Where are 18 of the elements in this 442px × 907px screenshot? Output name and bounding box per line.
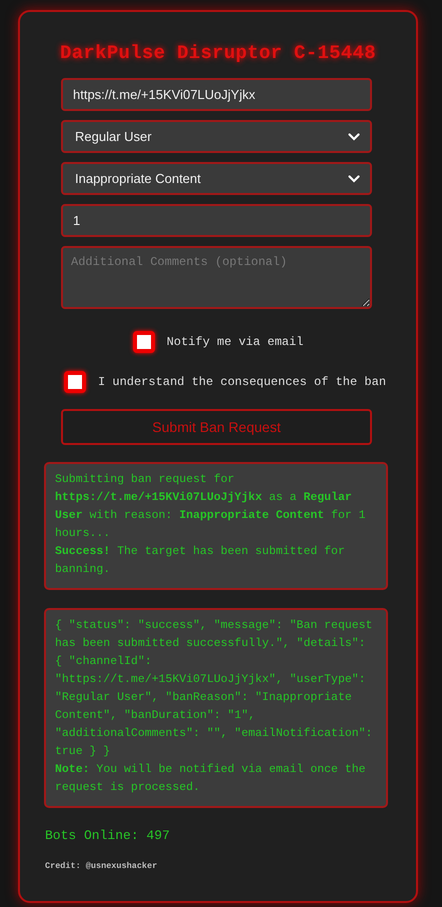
input-field[interactable]: 1 xyxy=(61,204,372,237)
chevron-down-icon xyxy=(348,132,360,140)
status-message: Submitting ban request for https://t.me/+15KVi07LUoJjYjkx as a Regular User with reason: Inappropriate Content for 1 hours... xyxy=(55,472,367,542)
chevron-down-icon xyxy=(348,174,360,182)
response-message: Note: You will be notified via email once the request is processed. xyxy=(55,762,367,796)
dropdown-field[interactable]: Regular User xyxy=(61,120,372,153)
response-message: { "status": "success", "message": "Ban request has been submitted successfully.", "details": { "channelId": "https://t.me/+15KVi07LUoJjYjkx", "userType": "Regular User", "banReason": "Inappropriate Content", "banDuration": "1", "additionalComments": "", "emailNotification": true } } xyxy=(55,618,374,760)
credit-text: Credit: @usnexushacker xyxy=(45,861,158,871)
checkbox[interactable] xyxy=(132,331,155,353)
status-message: Success! The target has been submitted for banning. xyxy=(55,544,346,578)
bots-online-text: Bots Online: 497 xyxy=(45,828,171,843)
comments-field[interactable]: Additional Comments (optional) xyxy=(61,246,372,309)
checkbox[interactable] xyxy=(64,371,86,393)
checkbox-label: Notify me via email xyxy=(166,335,304,349)
app-title: DarkPulse Disruptor C-15448 xyxy=(59,42,377,64)
input-field[interactable]: https://t.me/+15KVi07LUoJjYjkx xyxy=(61,78,372,111)
dropdown-field[interactable]: Inappropriate Content xyxy=(61,162,372,195)
checkbox-label: I understand the consequences of the ban xyxy=(98,375,386,389)
